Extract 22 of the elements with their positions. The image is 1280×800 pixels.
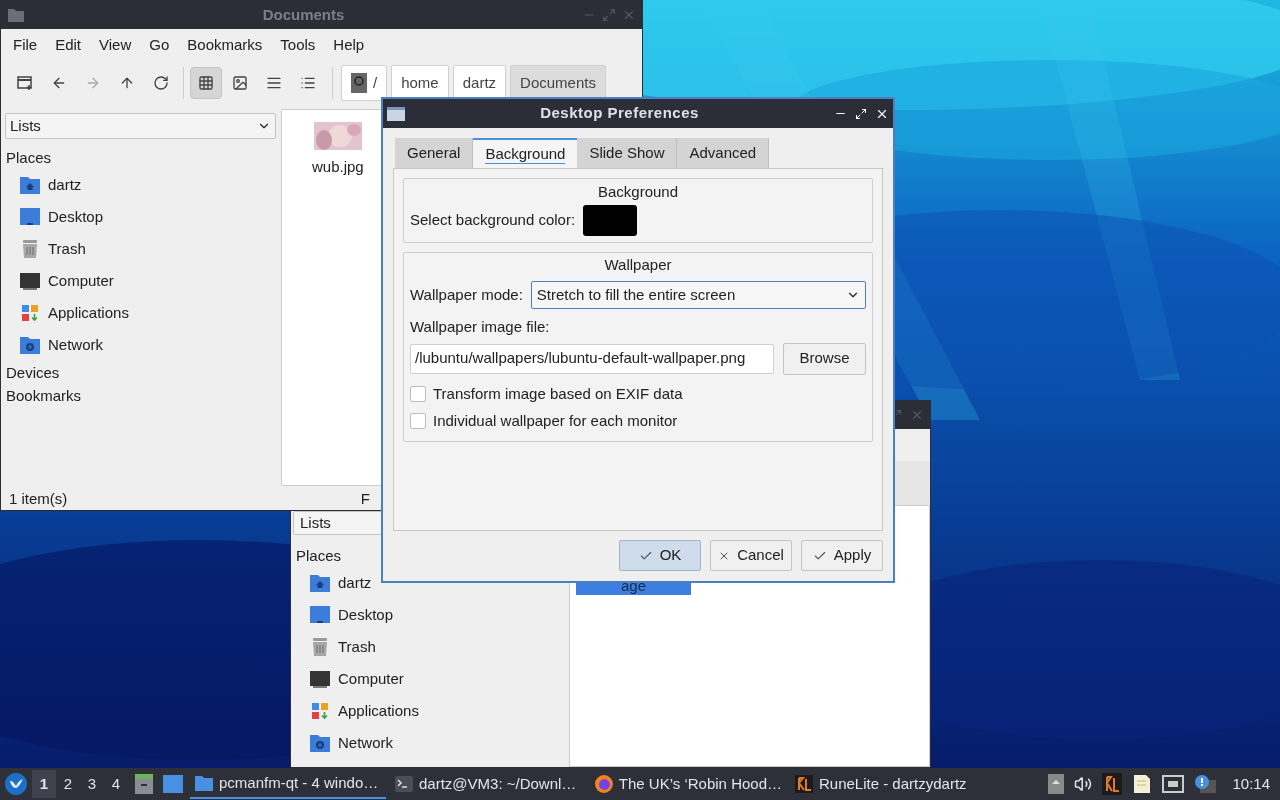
file-cabinet-icon[interactable] (134, 773, 154, 795)
update-notification-icon[interactable] (1194, 774, 1217, 794)
drive-icon[interactable] (1048, 774, 1065, 794)
workspace-button[interactable]: 1 (32, 770, 56, 798)
terminal-icon (394, 775, 414, 793)
task-button[interactable]: The UK’s ‘Robin Hood… (590, 769, 786, 799)
start-menu-icon[interactable] (4, 772, 28, 796)
clock: 10:14 (1232, 773, 1270, 794)
network-icon[interactable] (1162, 775, 1185, 793)
workspace-button[interactable]: 4 (104, 770, 128, 798)
game-logo-icon[interactable] (1102, 773, 1123, 795)
notes-icon[interactable] (1132, 773, 1153, 795)
task-button[interactable]: RuneLite - dartzydartz (790, 769, 980, 799)
volume-icon[interactable] (1074, 775, 1093, 793)
folder-icon (194, 774, 214, 792)
browser-icon (594, 774, 614, 794)
task-button[interactable]: dartz@VM3: ~/Downl… (390, 769, 586, 799)
desktop-icon[interactable] (162, 774, 184, 794)
task-button[interactable]: pcmanfm-qt - 4 windo… (190, 769, 386, 799)
workspace-button[interactable]: 2 (56, 770, 80, 798)
workspace-button[interactable]: 3 (80, 770, 104, 798)
game-logo-icon (794, 774, 814, 794)
